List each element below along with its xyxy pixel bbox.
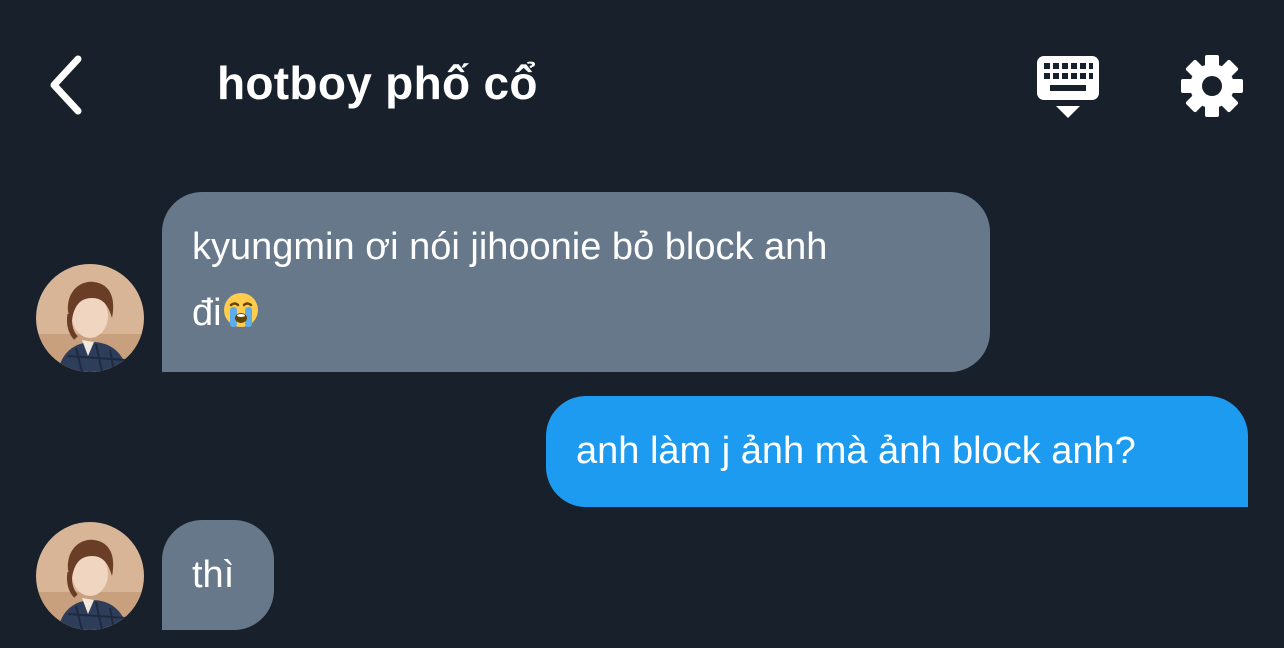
avatar[interactable] [36,264,144,372]
message-text: đi [192,292,222,334]
loudly-crying-face-emoji [222,284,260,350]
message-bubble-outgoing[interactable]: anh làm j ảnh mà ảnh block anh? [546,396,1248,507]
message-bubble-incoming[interactable]: thì [162,520,274,630]
message-text-line: đi [192,280,960,350]
message-bubble-incoming[interactable]: kyungmin ơi nói jihoonie bỏ block anh đi [162,192,990,372]
gear-icon [1181,55,1243,117]
back-button[interactable] [40,50,92,120]
message-text: thì [192,554,235,596]
profile-photo [36,264,144,372]
keyboard-icon [1037,56,1099,118]
conversation-header: hotboy phố cổ [0,0,1284,170]
chevron-left-icon [50,55,82,115]
profile-photo [36,522,144,630]
settings-button[interactable] [1178,52,1246,120]
keyboard-button[interactable] [1030,52,1106,120]
conversation-title: hotboy phố cổ [217,57,538,109]
avatar[interactable] [36,522,144,630]
message-text: kyungmin ơi nói jihoonie bỏ block anh [192,226,828,268]
message-text: anh làm j ảnh mà ảnh block anh? [576,430,1136,472]
